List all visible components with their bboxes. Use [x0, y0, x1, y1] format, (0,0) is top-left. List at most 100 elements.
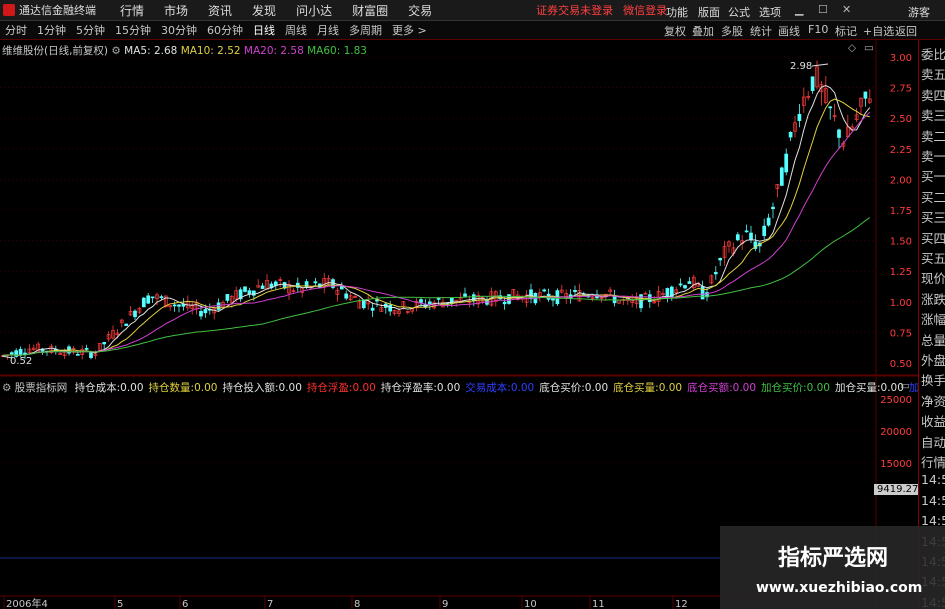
candle-body: [172, 304, 177, 307]
quote-panel-item[interactable]: 总量: [921, 330, 945, 349]
quote-panel-item[interactable]: 收益: [921, 411, 945, 430]
date-tick-label: 2006年4: [6, 597, 48, 609]
ma10-value: 2.52: [217, 45, 241, 57]
indicator-field-value: 0.00: [584, 382, 609, 394]
wechat-login-button[interactable]: 微信登录: [623, 2, 667, 18]
quote-panel-item[interactable]: 净资: [921, 391, 945, 410]
menu-function[interactable]: 功能: [666, 4, 688, 20]
window-icon[interactable]: ▭: [864, 42, 874, 54]
candle-body: [225, 294, 230, 301]
candle-body: [502, 301, 507, 305]
date-tick-label: 5: [117, 599, 123, 609]
indicator-field-label: 交易成本:: [465, 382, 511, 394]
menu-layout[interactable]: 版面: [698, 4, 720, 20]
period-30min[interactable]: 30分钟: [156, 22, 202, 38]
quote-panel-item[interactable]: 卖四: [921, 85, 945, 104]
diamond-icon[interactable]: ◇: [848, 42, 856, 54]
quote-panel-item[interactable]: 涨跌: [921, 289, 945, 308]
quote-panel-item[interactable]: 涨幅: [921, 309, 945, 328]
menu-options[interactable]: 选项: [759, 4, 781, 20]
period-60min[interactable]: 60分钟: [202, 22, 248, 38]
indicator-tick-label: 20000: [880, 427, 912, 438]
kline-chart[interactable]: 3.00 2.75 2.50 2.25 2.00 1.75 1.50 1.25 1.00 0.75…: [0, 40, 918, 609]
indicator-gear-icon[interactable]: ⚙: [2, 382, 11, 394]
gear-icon[interactable]: ⚙: [111, 45, 120, 57]
period-toolbar: 分时 1分钟 5分钟 15分钟 30分钟 60分钟 日线 周线 月线 多周期 更…: [0, 21, 945, 40]
indicator-window-icon[interactable]: ▭: [900, 380, 910, 392]
period-15min[interactable]: 15分钟: [110, 22, 156, 38]
price-tick-label: 1.00: [890, 298, 912, 309]
quote-panel-item[interactable]: 委比: [921, 44, 945, 63]
candle-body: [75, 354, 80, 356]
menu-quotes[interactable]: 行情: [120, 2, 144, 19]
ma-line: [2, 98, 870, 356]
menu-trade[interactable]: 交易: [408, 2, 432, 19]
menu-news[interactable]: 资讯: [208, 2, 232, 19]
candle-body: [150, 296, 155, 299]
indicator-field-label: 底仓买额:: [687, 382, 733, 394]
period-multi[interactable]: 多周期: [344, 22, 387, 38]
close-icon[interactable]: ✕: [842, 3, 851, 16]
period-monthly[interactable]: 月线: [312, 22, 344, 38]
quote-panel-item[interactable]: 买二: [921, 187, 945, 206]
price-tick-label: 0.75: [890, 328, 912, 339]
period-weekly[interactable]: 周线: [280, 22, 312, 38]
adjust-button[interactable]: 复权: [664, 23, 686, 39]
period-5min[interactable]: 5分钟: [71, 22, 110, 38]
candle-body: [313, 281, 318, 284]
quote-panel-item[interactable]: 卖一: [921, 146, 945, 165]
quote-panel-item[interactable]: 卖三: [921, 105, 945, 124]
candle-body: [463, 293, 467, 297]
candle-body: [9, 352, 14, 355]
ma20-label: MA20:: [243, 45, 278, 57]
indicator-field-value: 0.00: [194, 382, 218, 394]
indicator-axis: 25000 20000 15000: [880, 395, 912, 470]
menu-discover[interactable]: 发现: [252, 2, 276, 19]
menu-ask[interactable]: 问小达: [296, 2, 332, 19]
back-button[interactable]: 返回: [895, 23, 917, 39]
menu-wealth[interactable]: 财富圈: [352, 2, 388, 19]
f10-button[interactable]: F10: [808, 23, 828, 36]
quote-panel-item[interactable]: 卖二: [921, 126, 945, 145]
quote-panel-item[interactable]: 14:56: [921, 493, 945, 508]
quote-panel-item[interactable]: 卖五: [921, 64, 945, 83]
watermark-url: www.xuezhibiao.com: [756, 580, 923, 596]
quote-panel-item[interactable]: 自动: [921, 432, 945, 451]
candle-body: [797, 113, 802, 121]
mark-button[interactable]: 标记: [835, 23, 857, 39]
quote-panel-item[interactable]: 买三: [921, 207, 945, 226]
quote-panel-item[interactable]: 行情: [921, 452, 945, 471]
candle-body: [243, 286, 247, 292]
draw-button[interactable]: 画线: [778, 23, 800, 39]
stats-button[interactable]: 统计: [750, 23, 772, 39]
period-daily[interactable]: 日线: [248, 22, 280, 38]
candle-body: [573, 290, 577, 292]
quote-panel-item[interactable]: 买一: [921, 166, 945, 185]
quote-panel-item[interactable]: 外盘: [921, 350, 945, 369]
trade-login-notice[interactable]: 证券交易未登录: [536, 2, 613, 18]
indicator-field-label: 底仓买价:: [539, 382, 585, 394]
minimize-icon[interactable]: ▁: [795, 3, 803, 16]
quote-panel-item[interactable]: 现价: [921, 268, 945, 287]
ma20-value: 2.58: [280, 45, 304, 57]
ma5-label: MA5:: [124, 45, 151, 57]
high-price-label: 2.98: [790, 61, 812, 72]
indicator-field-label: 持仓数量:: [148, 382, 195, 394]
menu-formula[interactable]: 公式: [728, 4, 750, 20]
overlay-button[interactable]: 叠加: [692, 23, 714, 39]
quote-panel-item[interactable]: 买四: [921, 228, 945, 247]
period-1min[interactable]: 1分钟: [32, 22, 71, 38]
quote-panel-item[interactable]: 买五: [921, 248, 945, 267]
add-favorite-button[interactable]: +自选: [863, 23, 894, 39]
period-tick[interactable]: 分时: [0, 22, 32, 38]
quote-panel-item[interactable]: 换手: [921, 370, 945, 389]
date-tick-label: 11: [592, 599, 605, 609]
maximize-icon[interactable]: ☐: [818, 3, 828, 16]
period-more[interactable]: 更多 >: [387, 22, 432, 38]
multi-stock-button[interactable]: 多股: [721, 23, 743, 39]
indicator-field-value: 0.00: [352, 382, 376, 394]
user-guest[interactable]: 游客: [908, 4, 930, 20]
quote-panel-item[interactable]: 14:55: [921, 472, 945, 487]
indicator-field-label: 持仓浮盈率:: [380, 382, 437, 394]
menu-market[interactable]: 市场: [164, 2, 188, 19]
